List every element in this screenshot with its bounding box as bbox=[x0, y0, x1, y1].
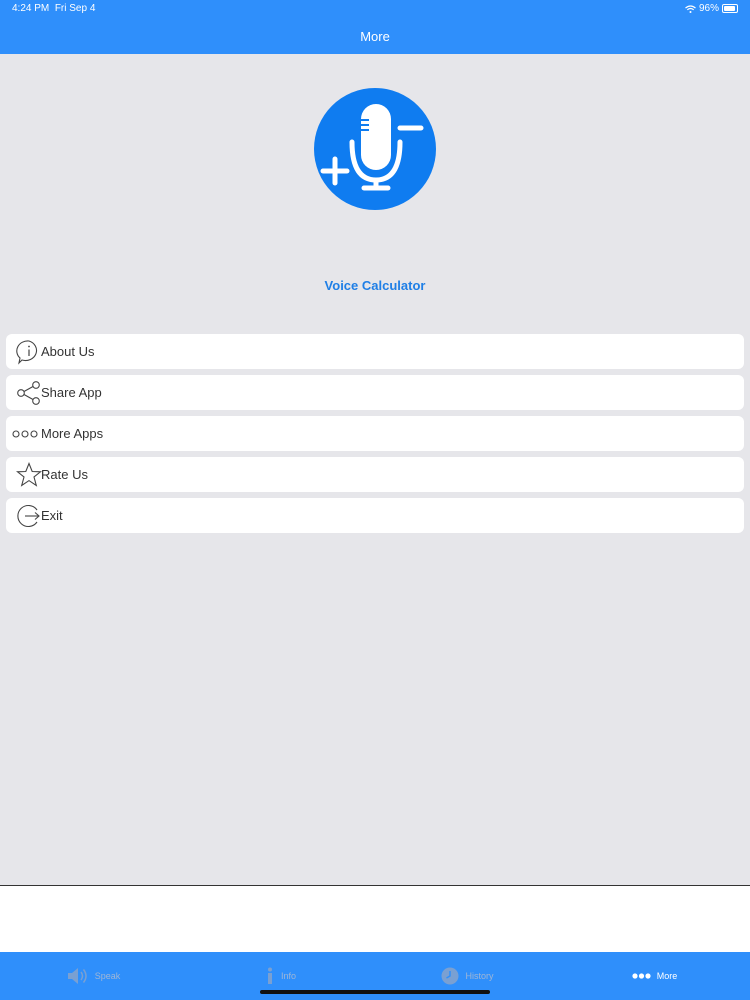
exit-icon bbox=[17, 504, 40, 528]
ad-banner-area bbox=[0, 885, 750, 953]
top-bar: 4:24 PM Fri Sep 4 96% More bbox=[0, 0, 750, 54]
battery-percent: 96% bbox=[698, 3, 719, 14]
status-time-date: 4:24 PM Fri Sep 4 bbox=[12, 3, 95, 14]
star-icon bbox=[16, 462, 42, 487]
status-date: Fri Sep 4 bbox=[54, 3, 96, 14]
menu-label: About Us bbox=[41, 344, 95, 359]
menu-item-about-us[interactable]: About Us bbox=[6, 334, 744, 369]
app-name: Voice Calculator bbox=[324, 278, 426, 293]
more-dots-icon bbox=[12, 430, 38, 438]
battery-icon bbox=[722, 4, 738, 13]
home-indicator bbox=[260, 990, 490, 994]
info-icon bbox=[267, 967, 272, 984]
tab-speak[interactable]: Speak bbox=[0, 952, 187, 1000]
tab-label: History bbox=[465, 971, 494, 981]
tab-label: Speak bbox=[94, 971, 121, 981]
wifi-icon bbox=[685, 4, 696, 13]
menu-item-exit[interactable]: Exit bbox=[6, 498, 744, 533]
menu-item-rate-us[interactable]: Rate Us bbox=[6, 457, 744, 492]
history-icon bbox=[441, 967, 459, 985]
menu-label: Exit bbox=[41, 508, 63, 523]
menu-item-share-app[interactable]: Share App bbox=[6, 375, 744, 410]
tab-label: Info bbox=[280, 971, 296, 981]
menu-item-more-apps[interactable]: More Apps bbox=[6, 416, 744, 451]
more-dots-icon bbox=[632, 973, 651, 979]
info-icon bbox=[16, 340, 38, 365]
speaker-icon bbox=[67, 968, 87, 984]
status-right: 96% bbox=[685, 3, 738, 14]
menu-label: Rate Us bbox=[41, 467, 88, 482]
menu-list: About Us Share App More Apps Rate Us Exi… bbox=[6, 334, 744, 539]
menu-label: Share App bbox=[41, 385, 102, 400]
menu-label: More Apps bbox=[41, 426, 104, 441]
share-icon bbox=[17, 381, 40, 405]
tab-more[interactable]: More bbox=[561, 952, 748, 1000]
status-time: 4:24 PM bbox=[12, 3, 50, 14]
page-title: More bbox=[360, 29, 390, 44]
microphone-icon bbox=[320, 104, 424, 191]
tab-label: More bbox=[656, 971, 678, 981]
app-logo bbox=[314, 88, 436, 210]
